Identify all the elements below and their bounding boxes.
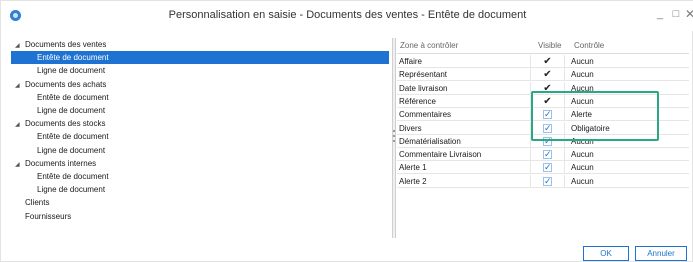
highlight-frame [531, 91, 659, 141]
tree-item[interactable]: Entête de document [11, 51, 389, 65]
tree-item[interactable]: ◢ Documents internes [11, 157, 100, 170]
tree-item-label: Ligne de document [37, 145, 106, 155]
splitter-grip-dot [393, 130, 395, 132]
column-header-visible[interactable]: Visible [538, 38, 561, 54]
tree-item-label: Clients [25, 198, 50, 208]
dialog-window: Personnalisation en saisie - Documents d… [0, 0, 693, 262]
tree-item[interactable]: Entête de document [11, 130, 113, 143]
tree-item-label: Documents des stocks [25, 119, 106, 129]
visible-checkbox[interactable] [543, 175, 552, 188]
table-row[interactable]: Affaire ✔ Aucun [397, 55, 689, 68]
title-bar[interactable]: Personnalisation en saisie - Documents d… [1, 1, 693, 31]
visible-cell[interactable] [531, 161, 565, 175]
tree-item-label: Entête de document [37, 92, 109, 102]
tree-item[interactable]: Fournisseurs [11, 210, 75, 223]
visible-cell[interactable]: ✔ [531, 68, 565, 82]
tree-item[interactable]: Entête de document [11, 91, 113, 104]
zone-cell: Alerte 1 [397, 161, 531, 175]
tree-item-label: Documents des achats [25, 79, 107, 89]
tree-item[interactable]: ◢ Documents des achats [11, 78, 110, 91]
visible-cell[interactable] [531, 148, 565, 162]
ok-button[interactable]: OK [583, 246, 629, 261]
zone-cell: Divers [397, 121, 531, 135]
tree-item[interactable]: Clients [11, 196, 53, 209]
tree-item[interactable]: Ligne de document [11, 64, 109, 77]
maximize-icon[interactable]: □ [669, 7, 683, 21]
zone-cell: Dématérialisation [397, 134, 531, 148]
tree-item-label: Documents des ventes [25, 40, 107, 49]
tree-item-label: Ligne de document [37, 185, 106, 195]
category-tree: ◢ Documents des ventes Entête de document L… [11, 38, 391, 238]
tree-item[interactable]: ◢ Documents des stocks [11, 117, 109, 130]
minimize-icon[interactable]: _ [653, 7, 667, 21]
cancel-button[interactable]: Annuler [635, 246, 687, 261]
zone-cell: Commentaires [397, 108, 531, 122]
tree-item[interactable]: Entête de document [11, 170, 113, 183]
table-row[interactable]: Alerte 1 Aucun [397, 161, 689, 175]
splitter-grip-dot [393, 140, 395, 142]
tree-item[interactable]: ◢ Documents des ventes [11, 38, 110, 51]
column-header-zone[interactable]: Zone à contrôler [400, 38, 458, 54]
window-title: Personnalisation en saisie - Documents d… [168, 9, 527, 21]
visible-cell[interactable]: ✔ [531, 55, 565, 68]
control-cell[interactable]: Aucun [571, 148, 681, 161]
grid-header: Zone à contrôler Visible Contrôle [397, 38, 689, 54]
tree-item-label: Entête de document [37, 132, 109, 142]
control-cell[interactable]: Aucun [571, 68, 681, 81]
column-header-control[interactable]: Contrôle [574, 38, 604, 54]
zone-cell: Affaire [397, 55, 531, 68]
zone-cell: Commentaire Livraison [397, 148, 531, 162]
table-row[interactable]: Commentaire Livraison Aucun [397, 148, 689, 162]
tree-item[interactable]: Ligne de document [11, 183, 109, 196]
checkmark-icon[interactable]: ✔ [543, 56, 551, 67]
table-row[interactable]: Alerte 2 Aucun [397, 174, 689, 188]
tree-item-label: Documents internes [25, 158, 97, 168]
visible-checkbox[interactable] [543, 148, 552, 161]
zone-cell: Représentant [397, 68, 531, 82]
splitter-grip-dot [393, 135, 395, 137]
control-cell[interactable]: Aucun [571, 161, 681, 174]
tree-item-label: Entête de document [37, 172, 109, 181]
control-cell[interactable]: Aucun [571, 55, 681, 68]
visible-checkbox[interactable] [543, 161, 552, 174]
pane-splitter[interactable] [392, 38, 396, 238]
close-icon[interactable]: ✕ [683, 7, 693, 21]
tree-item[interactable]: Ligne de document [11, 104, 109, 117]
tree-item-label: Entête de document [37, 53, 109, 63]
control-cell[interactable]: Aucun [571, 175, 681, 188]
table-row[interactable]: Représentant ✔ Aucun [397, 68, 689, 82]
zone-cell: Référence [397, 94, 531, 108]
checkmark-icon[interactable]: ✔ [543, 69, 551, 80]
zone-cell: Alerte 2 [397, 174, 531, 188]
tree-item-label: Ligne de document [37, 106, 106, 115]
visible-cell[interactable] [531, 174, 565, 188]
tree-item[interactable]: Ligne de document [11, 144, 109, 157]
zone-cell: Date livraison [397, 81, 531, 95]
tree-item-label: Fournisseurs [25, 211, 72, 221]
tree-item-label: Ligne de document [37, 66, 106, 76]
